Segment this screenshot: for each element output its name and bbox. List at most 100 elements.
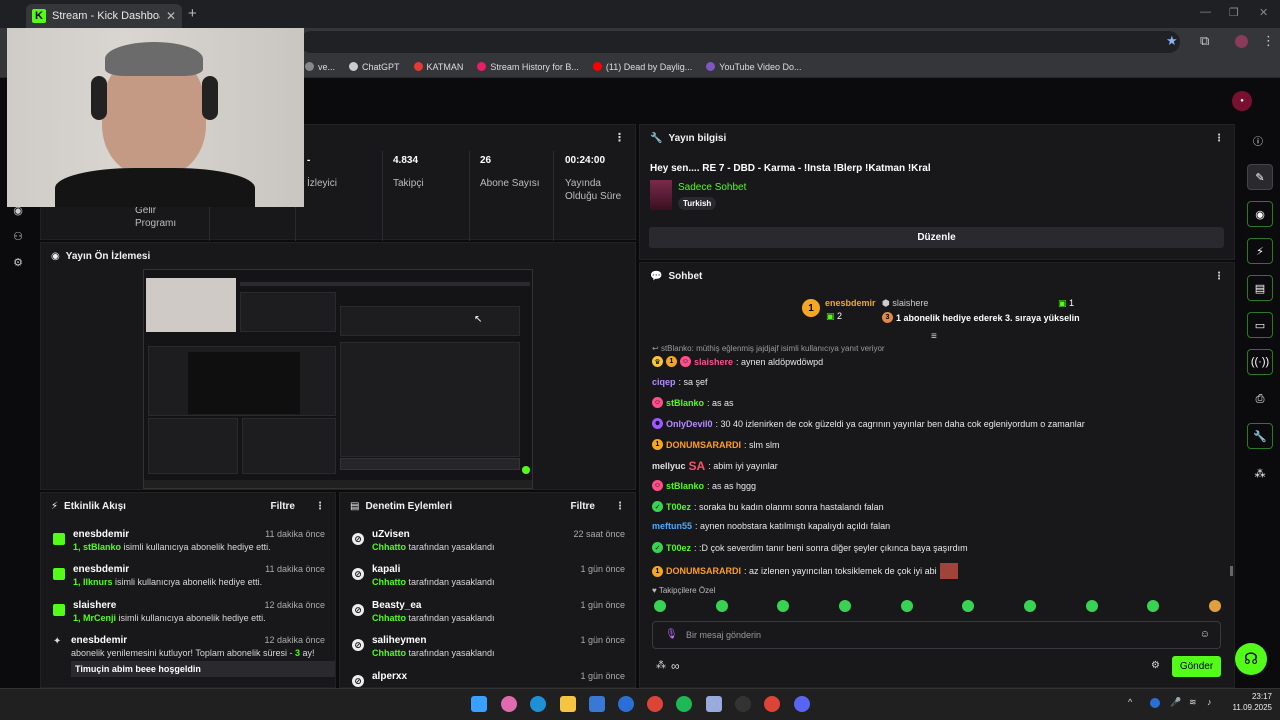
- pencil-icon[interactable]: ✎: [1247, 164, 1273, 190]
- chat-message[interactable]: ♛ 1 ☺ slaishere: aynen aldöpwdöwpd: [652, 356, 823, 367]
- stats-menu-icon[interactable]: ⋮: [614, 131, 625, 144]
- spotify-icon[interactable]: [676, 696, 692, 712]
- emote-icon[interactable]: [654, 600, 666, 612]
- edge-icon[interactable]: [530, 696, 546, 712]
- tray-icon[interactable]: [1150, 698, 1160, 708]
- chrome-icon[interactable]: [647, 696, 663, 712]
- emote-icon[interactable]: [1085, 600, 1098, 612]
- app-icon[interactable]: [618, 696, 634, 712]
- moderation-item: ⊘ alperxx 1 gün önce: [350, 671, 625, 687]
- emote-icon[interactable]: [900, 600, 913, 612]
- emote-icon[interactable]: [962, 600, 975, 612]
- emoji-icon[interactable]: ☺: [1200, 629, 1210, 640]
- activity-item-renew: ✦ enesbdemir 12 dakika önce abonelik yen…: [51, 635, 335, 683]
- chrome-icon[interactable]: [764, 696, 780, 712]
- chat-message[interactable]: mellyuc SA : abim iyi yayınlar: [652, 459, 778, 473]
- chat-message[interactable]: ☺ stBlanko: as as hggg: [652, 480, 756, 491]
- user-avatar[interactable]: ●: [1232, 91, 1252, 111]
- moderation-title: Denetim Eylemleri: [365, 500, 453, 512]
- discord-icon[interactable]: [794, 696, 810, 712]
- close-window-icon[interactable]: ✕: [1259, 6, 1268, 19]
- chevron-down-icon[interactable]: ≡: [931, 331, 937, 342]
- category-link[interactable]: Sadece Sohbet: [678, 182, 746, 193]
- chat-scrollbar[interactable]: [1230, 566, 1233, 576]
- info-menu-icon[interactable]: ⋮: [1214, 133, 1224, 144]
- wifi-icon[interactable]: ≋: [1189, 697, 1197, 708]
- microphone-tray-icon[interactable]: 🎤: [1170, 697, 1181, 708]
- ban-icon: ⊘: [352, 533, 364, 545]
- users-icon[interactable]: ⚇: [8, 226, 28, 246]
- browser-tab[interactable]: K Stream - Kick Dashboard ✕: [26, 4, 182, 28]
- microphone-icon[interactable]: 🎙: [665, 629, 678, 640]
- chat-message[interactable]: 1 DONUMSARARDI: slm slm: [652, 439, 780, 450]
- devil-badge-icon: ☻: [652, 418, 663, 429]
- chat-input[interactable]: 🎙 Bir mesaj gönderin ☺: [652, 621, 1221, 649]
- chat-settings-icon[interactable]: ⚙: [1151, 660, 1160, 671]
- emote-icon[interactable]: [838, 600, 851, 612]
- tab-title: Stream - Kick Dashboard: [52, 10, 160, 22]
- bookmark-0[interactable]: ve...: [305, 62, 335, 72]
- emote-icon[interactable]: [715, 600, 728, 612]
- star-icon[interactable]: ★: [1166, 33, 1178, 49]
- obs-icon[interactable]: [735, 696, 751, 712]
- minimize-icon[interactable]: —: [1200, 6, 1211, 18]
- bookmark-5[interactable]: YouTube Video Do...: [706, 62, 802, 72]
- bolt-icon[interactable]: ⚡: [1247, 238, 1273, 264]
- document-icon[interactable]: ▤: [1247, 275, 1273, 301]
- support-headset-icon[interactable]: ☊: [1235, 643, 1267, 675]
- emote-icon[interactable]: [1208, 600, 1221, 612]
- maximize-icon[interactable]: ❐: [1229, 6, 1239, 19]
- gift-icon: [53, 533, 65, 545]
- bookmark-1[interactable]: ChatGPT: [349, 62, 400, 72]
- chat-message[interactable]: ✓ T00ez: :D çok severdim tanır beni sonr…: [652, 542, 968, 553]
- new-tab-icon[interactable]: +: [188, 5, 197, 22]
- rank-badge-icon: 1: [652, 439, 663, 450]
- kick-points-icon[interactable]: ⁂: [656, 660, 666, 671]
- mask-badge-icon: ☺: [652, 397, 663, 408]
- address-bar[interactable]: [300, 31, 1180, 53]
- ban-icon: ⊘: [352, 604, 364, 616]
- file-explorer-icon[interactable]: [560, 696, 576, 712]
- chat-message[interactable]: ☺ stBlanko: as as: [652, 397, 734, 408]
- menu-kebab-icon[interactable]: ⋮: [1262, 33, 1275, 49]
- activity-menu-icon[interactable]: ⋮: [315, 501, 325, 512]
- chevron-up-icon[interactable]: ^: [1128, 697, 1132, 707]
- moderation-menu-icon[interactable]: ⋮: [615, 501, 625, 512]
- taskbar-clock[interactable]: 23:17 11.09.2025: [1222, 692, 1272, 714]
- send-button[interactable]: Gönder: [1172, 656, 1221, 677]
- profile-avatar[interactable]: [1235, 35, 1248, 48]
- preview-video[interactable]: ↖: [143, 269, 533, 489]
- chat-message[interactable]: meftun55: aynen noobstara katılmıştı kap…: [652, 521, 890, 531]
- chat-message[interactable]: ☻ OnlyDevil0: 30 40 izlenirken de cok gü…: [652, 418, 1085, 429]
- chat-icon[interactable]: ▭: [1247, 312, 1273, 338]
- volume-icon[interactable]: ♪: [1207, 697, 1212, 707]
- chat-icon: 💬: [650, 270, 663, 282]
- gear-icon[interactable]: ⚙: [8, 252, 28, 272]
- emote-icon[interactable]: [777, 600, 790, 612]
- camera-icon[interactable]: ◉: [1247, 201, 1273, 227]
- emote-icon[interactable]: [1147, 600, 1160, 612]
- wrench-icon[interactable]: 🔧: [1247, 423, 1273, 449]
- points-icon[interactable]: ⁂: [1247, 460, 1273, 486]
- document-icon: ▤: [350, 500, 360, 512]
- chat-menu-icon[interactable]: ⋮: [1214, 271, 1224, 282]
- chat-message[interactable]: ✓ T00ez: soraka bu kadın olanmı sonra ha…: [652, 501, 884, 512]
- info-icon[interactable]: ⓘ: [1253, 133, 1263, 148]
- printer-icon[interactable]: ⎙: [1247, 386, 1273, 412]
- bookmark-4[interactable]: (11) Dead by Daylig...: [592, 62, 692, 72]
- copilot-icon[interactable]: [501, 696, 517, 712]
- edit-button[interactable]: Düzenle: [649, 227, 1224, 248]
- bookmark-3[interactable]: Stream History for B...: [477, 62, 579, 72]
- broadcast-icon[interactable]: ((·)): [1247, 349, 1273, 375]
- store-icon[interactable]: [589, 696, 605, 712]
- close-tab-icon[interactable]: ✕: [166, 9, 176, 23]
- moderation-filter-button[interactable]: Filtre: [571, 501, 595, 512]
- windows-start-icon[interactable]: [471, 696, 487, 712]
- emote-icon[interactable]: [1023, 600, 1036, 612]
- activity-filter-button[interactable]: Filtre: [271, 501, 295, 512]
- settings-app-icon[interactable]: [706, 696, 722, 712]
- chat-message[interactable]: ciqep: sa şef: [652, 377, 708, 387]
- chat-message[interactable]: 1 DONUMSARARDI: az izlenen yayıncılan to…: [652, 563, 958, 579]
- extensions-icon[interactable]: ⧉: [1200, 33, 1209, 49]
- bookmark-2[interactable]: KATMAN: [413, 62, 463, 72]
